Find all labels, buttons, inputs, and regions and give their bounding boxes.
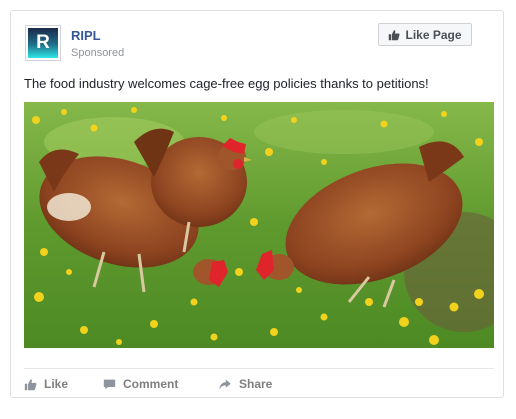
sponsored-label[interactable]: Sponsored	[71, 47, 124, 59]
like-action-button[interactable]: Like	[24, 377, 68, 391]
share-action-button[interactable]: Share	[218, 377, 272, 391]
avatar-letter: R	[36, 32, 50, 53]
like-action-label: Like	[44, 377, 69, 391]
page-name-link[interactable]: RIPL	[71, 28, 101, 43]
chickens-photo	[24, 102, 494, 348]
comment-action-label: Comment	[123, 377, 179, 391]
actions-divider	[24, 368, 494, 369]
share-action-label: Share	[239, 377, 273, 391]
sponsored-post-card: R RIPL Sponsored Like Page The food indu…	[10, 10, 504, 398]
ripl-logo: R	[28, 28, 58, 58]
post-text: The food industry welcomes cage-free egg…	[24, 76, 429, 91]
comment-action-button[interactable]: Comment	[103, 377, 178, 391]
page-avatar[interactable]: R	[25, 25, 61, 61]
comment-icon	[103, 379, 116, 389]
thumbs-up-icon	[24, 378, 37, 390]
like-page-label: Like Page	[405, 27, 462, 42]
like-page-button[interactable]: Like Page	[378, 23, 472, 46]
thumbs-up-icon	[389, 29, 401, 40]
post-image[interactable]	[24, 102, 494, 348]
share-icon	[219, 379, 231, 389]
